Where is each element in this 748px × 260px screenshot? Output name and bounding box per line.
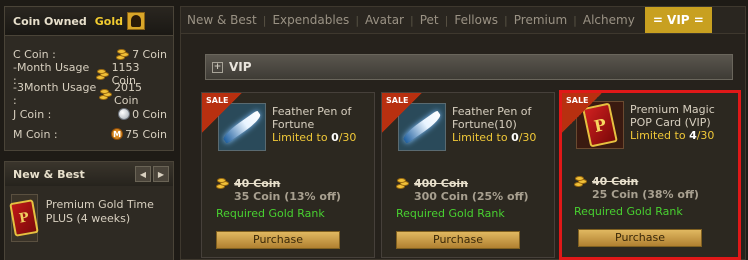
coin-stack-icon [95, 68, 110, 80]
tab-new-best[interactable]: New & Best [181, 7, 263, 33]
coin-row-3month-usage: -3Month Usage : 2015 Coin [5, 81, 173, 107]
coin-stack-icon [216, 177, 230, 189]
original-price: 40 Coin [592, 175, 639, 188]
limit-prefix: Limited to [630, 129, 690, 142]
next-arrow-icon[interactable]: ▶ [153, 166, 169, 182]
j-coin-icon [118, 108, 131, 120]
item-info: Feather Pen of Fortune(10) Limited to 0/… [452, 105, 552, 144]
coin-row-value-wrap: 0 Coin [118, 108, 167, 121]
item-name: Feather Pen of Fortune(10) [452, 105, 532, 131]
required-rank: Required Gold Rank [574, 205, 683, 218]
limit-count: 0 [511, 131, 519, 144]
grade-label: Gold [94, 14, 123, 28]
coin-list: C Coin : 7 Coin -Month Usage : 1153 Coin… [5, 36, 173, 144]
item-name: Feather Pen of Fortune [272, 105, 352, 131]
shop-main: New & Best | Expendables | Avatar | Pet … [180, 6, 746, 260]
item-limit: Limited to 0/30 [272, 131, 372, 144]
category-tabs: New & Best | Expendables | Avatar | Pet … [180, 6, 746, 34]
coin-owned-header: Coin Owned Gold [5, 7, 173, 36]
limit-total: /30 [338, 131, 357, 144]
coin-row-value-wrap: 2015 Coin [98, 81, 167, 107]
coin-owned-title: Coin Owned [13, 14, 87, 28]
coin-stack-icon [116, 48, 130, 60]
tab-expendables[interactable]: Expendables [266, 7, 355, 33]
shop-content: + VIP SALE Feather Pen of Fortune Limite… [180, 34, 746, 260]
item-limit: Limited to 4/30 [630, 129, 730, 142]
new-best-panel: New & Best ◀ ▶ P Premium Gold Time PLUS … [4, 161, 174, 260]
expand-icon[interactable]: + [212, 61, 223, 73]
price-lines: 40 Coin 25 Coin (38% off) [592, 175, 699, 201]
sale-label: SALE [566, 96, 589, 105]
item-info: Feather Pen of Fortune Limited to 0/30 [272, 105, 372, 144]
new-best-title: New & Best [13, 167, 85, 181]
required-rank: Required Gold Rank [396, 207, 505, 220]
coin-row-label: M Coin : [13, 127, 58, 141]
coin-row-m-coin: M Coin : M 75 Coin [5, 124, 173, 144]
original-price: 400 Coin [414, 177, 469, 190]
limit-total: /30 [518, 131, 537, 144]
price-lines: 400 Coin 300 Coin (25% off) [414, 177, 529, 203]
coin-stack-icon [574, 175, 588, 187]
limit-count: 4 [689, 129, 697, 142]
purchase-button[interactable]: Purchase [578, 229, 702, 247]
sale-price: 35 Coin (13% off) [234, 190, 341, 203]
prev-arrow-icon[interactable]: ◀ [135, 166, 151, 182]
tab-fellows[interactable]: Fellows [448, 7, 504, 33]
vip-section-header[interactable]: + VIP [205, 54, 733, 80]
sale-label: SALE [206, 96, 229, 105]
coin-row-label: C Coin : [13, 47, 56, 61]
gold-grade-icon [126, 12, 145, 30]
required-rank: Required Gold Rank [216, 207, 325, 220]
coin-stack-icon [396, 177, 410, 189]
item-info: Premium Magic POP Card (VIP) Limited to … [630, 103, 730, 142]
item-prices: 40 Coin 35 Coin (13% off) [216, 177, 341, 203]
tab-vip[interactable]: = VIP = [644, 7, 712, 33]
m-coin-icon: M [111, 128, 124, 140]
limit-prefix: Limited to [452, 131, 512, 144]
coin-row-value: 0 Coin [132, 107, 167, 121]
new-best-item-thumbnail[interactable]: P [9, 194, 40, 242]
coin-row-label: -3Month Usage : [13, 81, 97, 107]
sale-price: 300 Coin (25% off) [414, 190, 529, 203]
tab-premium[interactable]: Premium [508, 7, 573, 33]
section-title: VIP [229, 60, 252, 74]
magic-card-icon: P [9, 199, 40, 237]
new-best-nav: ◀ ▶ [135, 166, 169, 182]
coin-stack-icon [98, 88, 112, 100]
coin-row-value: 75 Coin [125, 127, 167, 141]
original-price: 40 Coin [234, 177, 281, 190]
coin-row-value: 7 Coin [132, 47, 167, 61]
purchase-button[interactable]: Purchase [216, 231, 340, 249]
sale-price: 25 Coin (38% off) [592, 188, 699, 201]
shop-item-premium-magic-pop-card: P SALE Premium Magic POP Card (VIP) Limi… [559, 90, 741, 260]
tab-pet[interactable]: Pet [414, 7, 445, 33]
new-best-item-name[interactable]: Premium Gold Time PLUS (4 weeks) [46, 194, 167, 242]
limit-total: /30 [696, 129, 715, 142]
coin-row-value-wrap: 7 Coin [116, 48, 167, 61]
tab-avatar[interactable]: Avatar [359, 7, 410, 33]
coin-row-value-wrap: M 75 Coin [111, 128, 167, 141]
item-prices: 400 Coin 300 Coin (25% off) [396, 177, 529, 203]
price-lines: 40 Coin 35 Coin (13% off) [234, 177, 341, 203]
tab-alchemy[interactable]: Alchemy [577, 7, 641, 33]
coin-row-j-coin: J Coin : 0 Coin [5, 104, 173, 124]
shop-item-feather-pen: SALE Feather Pen of Fortune Limited to 0… [201, 92, 375, 258]
shop-item-feather-pen-10: SALE Feather Pen of Fortune(10) Limited … [381, 92, 555, 258]
coin-row-value: 2015 Coin [114, 81, 143, 107]
limit-prefix: Limited to [272, 131, 332, 144]
sale-label: SALE [386, 96, 409, 105]
item-name: Premium Magic POP Card (VIP) [630, 103, 715, 129]
new-best-item[interactable]: P Premium Gold Time PLUS (4 weeks) [5, 186, 173, 250]
new-best-header: New & Best ◀ ▶ [5, 162, 173, 186]
purchase-button[interactable]: Purchase [396, 231, 520, 249]
left-sidebar: Coin Owned Gold C Coin : 7 Coin -Month U… [4, 6, 174, 260]
coin-row-label: J Coin : [13, 107, 52, 121]
item-limit: Limited to 0/30 [452, 131, 552, 144]
coin-owned-panel: Coin Owned Gold C Coin : 7 Coin -Month U… [4, 6, 174, 151]
item-prices: 40 Coin 25 Coin (38% off) [574, 175, 699, 201]
limit-count: 0 [331, 131, 339, 144]
